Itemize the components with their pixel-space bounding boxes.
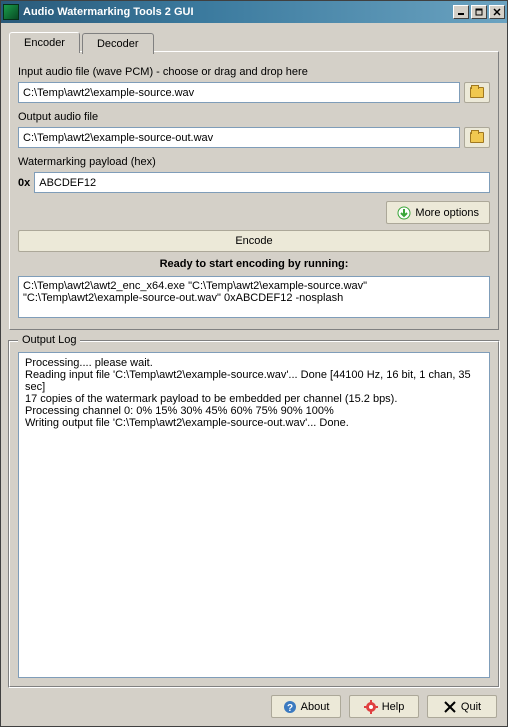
window-controls	[453, 5, 505, 19]
status-heading: Ready to start encoding by running:	[18, 258, 490, 270]
payload-field[interactable]	[34, 172, 490, 193]
window-title: Audio Watermarking Tools 2 GUI	[23, 6, 453, 18]
folder-icon	[470, 132, 484, 143]
quit-button[interactable]: Quit	[427, 695, 497, 718]
payload-row: 0x	[18, 172, 490, 193]
output-log-title: Output Log	[18, 334, 80, 346]
titlebar: Audio Watermarking Tools 2 GUI	[1, 1, 507, 23]
more-options-button[interactable]: More options	[386, 201, 490, 224]
payload-label: Watermarking payload (hex)	[18, 156, 490, 168]
output-file-label: Output audio file	[18, 111, 490, 123]
about-icon: ?	[283, 700, 297, 714]
down-arrow-icon	[397, 206, 411, 220]
minimize-button[interactable]	[453, 5, 469, 19]
more-options-row: More options	[18, 201, 490, 224]
app-icon	[3, 4, 19, 20]
output-log-group: Output Log Processing.... please wait. R…	[9, 341, 499, 687]
command-preview[interactable]	[18, 276, 490, 318]
payload-prefix: 0x	[18, 177, 30, 189]
help-button[interactable]: Help	[349, 695, 419, 718]
tab-decoder[interactable]: Decoder	[82, 33, 154, 54]
input-file-field[interactable]	[18, 82, 460, 103]
encode-button[interactable]: Encode	[18, 230, 490, 252]
maximize-button[interactable]	[471, 5, 487, 19]
folder-icon	[470, 87, 484, 98]
quit-label: Quit	[461, 701, 481, 713]
input-file-row	[18, 82, 490, 103]
help-icon	[364, 700, 378, 714]
about-button[interactable]: ? About	[271, 695, 341, 718]
output-browse-button[interactable]	[464, 127, 490, 148]
encoder-panel: Input audio file (wave PCM) - choose or …	[9, 51, 499, 330]
close-icon	[493, 8, 501, 16]
maximize-icon	[475, 8, 483, 16]
output-file-field[interactable]	[18, 127, 460, 148]
app-window: Audio Watermarking Tools 2 GUI Encoder D…	[0, 0, 508, 727]
output-log-text[interactable]: Processing.... please wait. Reading inpu…	[18, 352, 490, 678]
input-browse-button[interactable]	[464, 82, 490, 103]
footer-buttons: ? About Help Qu	[9, 687, 499, 720]
quit-icon	[443, 700, 457, 714]
client-area: Encoder Decoder Input audio file (wave P…	[1, 23, 507, 726]
encode-button-label: Encode	[235, 235, 272, 247]
minimize-icon	[457, 8, 465, 16]
help-label: Help	[382, 701, 405, 713]
output-file-row	[18, 127, 490, 148]
svg-text:?: ?	[287, 703, 293, 714]
tab-strip: Encoder Decoder	[9, 31, 499, 52]
tab-encoder[interactable]: Encoder	[9, 32, 80, 53]
about-label: About	[301, 701, 330, 713]
more-options-label: More options	[415, 207, 479, 219]
close-button[interactable]	[489, 5, 505, 19]
input-file-label: Input audio file (wave PCM) - choose or …	[18, 66, 490, 78]
